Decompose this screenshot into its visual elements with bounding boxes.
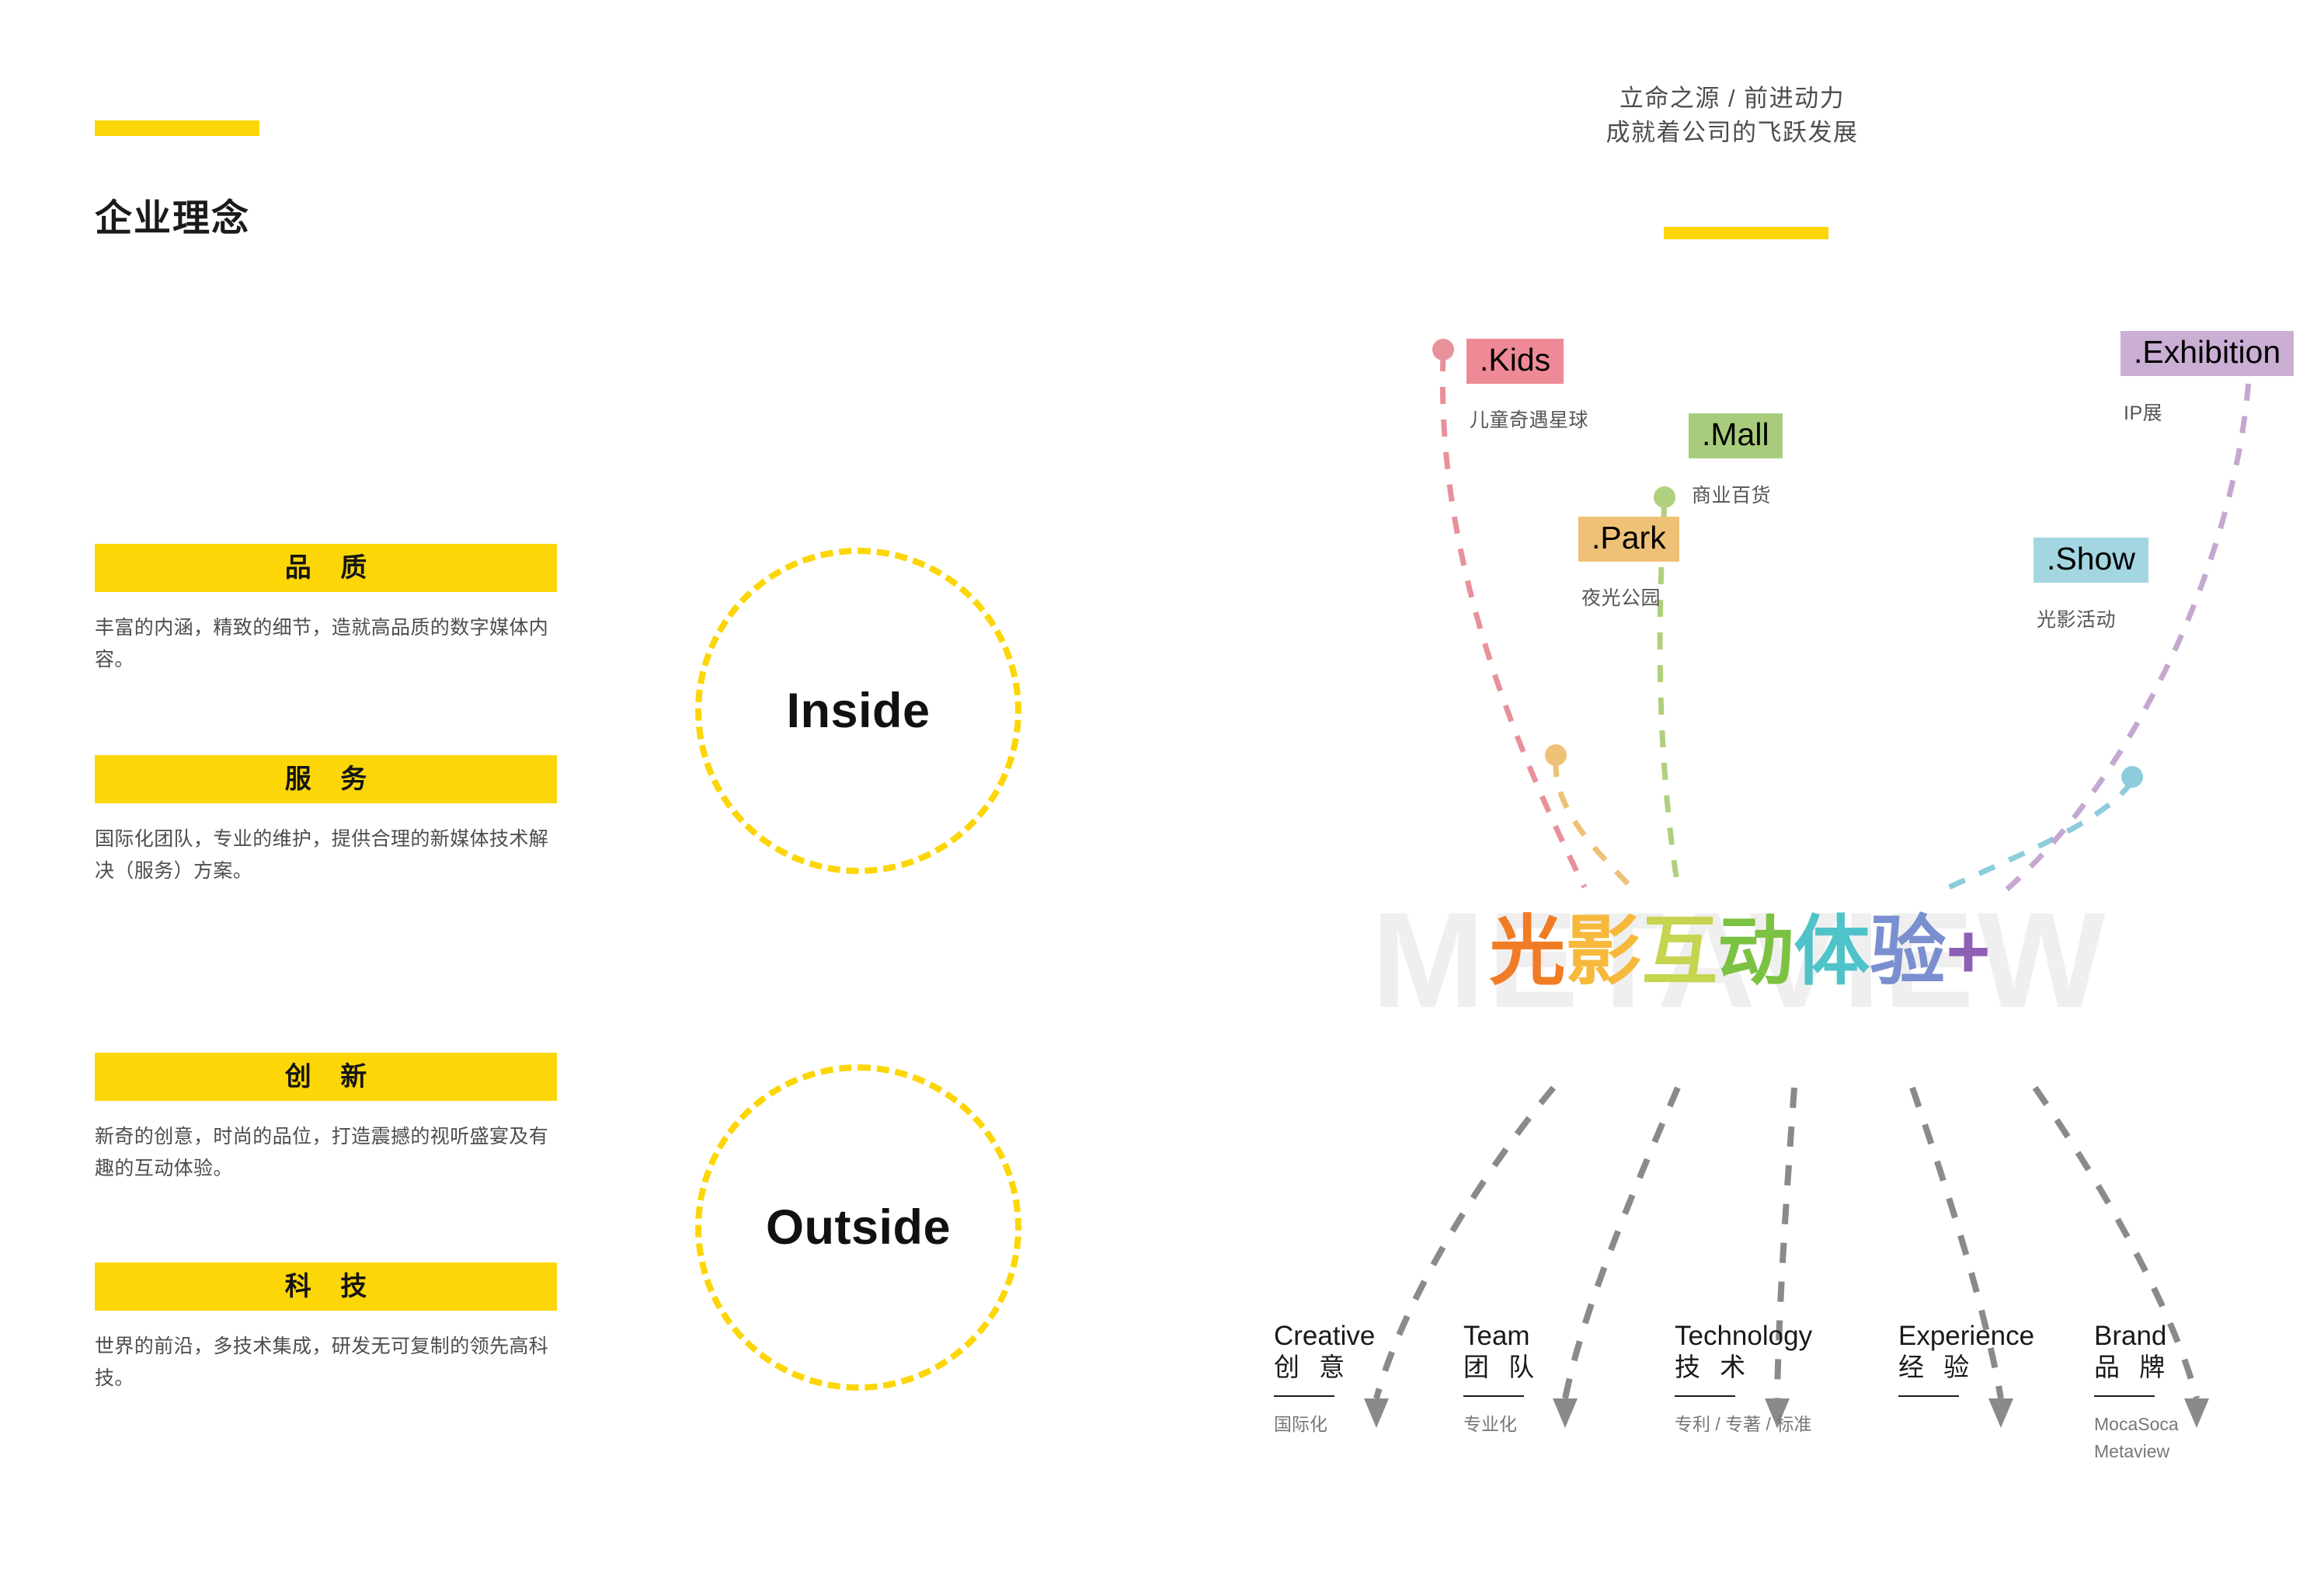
header-accent-rule xyxy=(1664,227,1828,239)
slogan-char: 体 xyxy=(1793,908,1870,994)
pillar-rule xyxy=(2094,1395,2155,1398)
pillar-cn: 团 队 xyxy=(1463,1353,1541,1382)
dot-show xyxy=(2121,766,2143,788)
pillar-creative: Creative 创 意 国际化 xyxy=(1274,1321,1476,1438)
slogan-char: + xyxy=(1946,908,1991,994)
segment-tag-mall[interactable]: .Mall xyxy=(1689,413,1783,459)
dot-kids xyxy=(1432,339,1454,360)
slogan-char: 验 xyxy=(1870,908,1947,994)
pillar-rule xyxy=(1898,1395,1959,1398)
circle-outside: Outside xyxy=(695,1064,1021,1391)
pillar-note: MocaSoca Metaview xyxy=(2094,1414,2179,1461)
pillar-rule xyxy=(1675,1395,1735,1398)
circle-inside-label: Inside xyxy=(786,684,931,738)
slogan-char: 光 xyxy=(1489,908,1566,994)
pillar-team: Team 团 队 专业化 xyxy=(1463,1321,1665,1438)
value-card-technology: 科 技 世界的前沿，多技术集成，研发无可复制的领先高科技。 xyxy=(95,1262,557,1394)
pillar-en: Team xyxy=(1463,1321,1530,1351)
pillar-cn: 技 术 xyxy=(1675,1353,1752,1382)
value-card-heading: 科 技 xyxy=(95,1262,557,1311)
pillar-rule xyxy=(1274,1395,1334,1398)
dot-mall xyxy=(1654,486,1675,508)
pillar-cn: 创 意 xyxy=(1274,1353,1352,1382)
value-card-body: 新奇的创意，时尚的品位，打造震撼的视听盛宴及有趣的互动体验。 xyxy=(95,1126,549,1179)
left-column: 企业理念 品 质 丰富的内涵，精致的细节，造就高品质的数字媒体内容。 服 务 国… xyxy=(95,0,576,1588)
segment-tag-exhibition[interactable]: .Exhibition xyxy=(2120,331,2294,377)
pillar-experience: Experience 经 验 xyxy=(1898,1321,2100,1411)
value-card-heading: 创 新 xyxy=(95,1053,557,1101)
pillar-en: Creative xyxy=(1274,1321,1376,1351)
pillar-note: 国际化 xyxy=(1274,1414,1327,1435)
segment-sub-show: 光影活动 xyxy=(2037,609,2117,631)
slogan-char: 互 xyxy=(1641,908,1718,994)
page-title: 企业理念 xyxy=(95,198,251,239)
value-card-body: 丰富的内涵，精致的细节，造就高品质的数字媒体内容。 xyxy=(95,617,549,670)
segment-tag-show[interactable]: .Show xyxy=(2034,538,2148,583)
connector-kids xyxy=(1439,353,1588,889)
slogan-char: 动 xyxy=(1717,908,1794,994)
value-card-quality: 品 质 丰富的内涵，精致的细节，造就高品质的数字媒体内容。 xyxy=(95,544,557,675)
connector-park xyxy=(1553,759,1633,890)
right-header: 立命之源 / 前进动力 成就着公司的飞跃发展 xyxy=(1499,82,1965,150)
segment-sub-park: 夜光公园 xyxy=(1581,587,1661,609)
pillar-brand: Brand 品 牌 MocaSoca Metaview xyxy=(2094,1321,2296,1464)
pillar-cn: 品 牌 xyxy=(2094,1353,2172,1382)
pillar-note: 专利 / 专著 / 标准 xyxy=(1675,1414,1812,1435)
pillar-cn: 经 验 xyxy=(1898,1353,1976,1382)
segment-sub-exhibition: IP展 xyxy=(2124,402,2163,424)
segment-tag-park[interactable]: .Park xyxy=(1578,517,1679,562)
header-line-1: 立命之源 / 前进动力 xyxy=(1619,85,1846,112)
value-card-innovation: 创 新 新奇的创意，时尚的品位，打造震撼的视听盛宴及有趣的互动体验。 xyxy=(95,1053,557,1184)
value-card-body: 世界的前沿，多技术集成，研发无可复制的领先高科技。 xyxy=(95,1336,549,1389)
pillar-technology: Technology 技 术 专利 / 专著 / 标准 xyxy=(1675,1321,1877,1438)
title-accent-rule xyxy=(95,120,259,136)
slogan-char: 影 xyxy=(1565,908,1642,994)
brand-slogan: 光影互动体验+ xyxy=(1282,913,2198,989)
segment-tag-kids[interactable]: .Kids xyxy=(1466,339,1564,385)
connector-show xyxy=(1944,779,2134,892)
segment-sub-kids: 儿童奇遇星球 xyxy=(1470,409,1589,431)
circle-inside: Inside xyxy=(695,548,1021,874)
value-card-body: 国际化团队，专业的维护，提供合理的新媒体技术解决（服务）方案。 xyxy=(95,828,549,882)
value-card-heading: 服 务 xyxy=(95,755,557,803)
pillar-note: 专业化 xyxy=(1463,1414,1517,1435)
pillar-en: Experience xyxy=(1898,1321,2035,1351)
circle-outside-label: Outside xyxy=(765,1200,952,1255)
pillar-rule xyxy=(1463,1395,1524,1398)
brand-lockup: METAVIEW 光影互动体验+ xyxy=(1282,893,2198,1037)
value-card-heading: 品 质 xyxy=(95,544,557,592)
value-card-service: 服 务 国际化团队，专业的维护，提供合理的新媒体技术解决（服务）方案。 xyxy=(95,755,557,886)
pillar-en: Technology xyxy=(1675,1321,1813,1351)
pillar-en: Brand xyxy=(2094,1321,2167,1351)
dot-park xyxy=(1545,744,1567,766)
segment-sub-mall: 商业百货 xyxy=(1692,485,1772,507)
header-line-2: 成就着公司的飞跃发展 xyxy=(1606,119,1859,147)
